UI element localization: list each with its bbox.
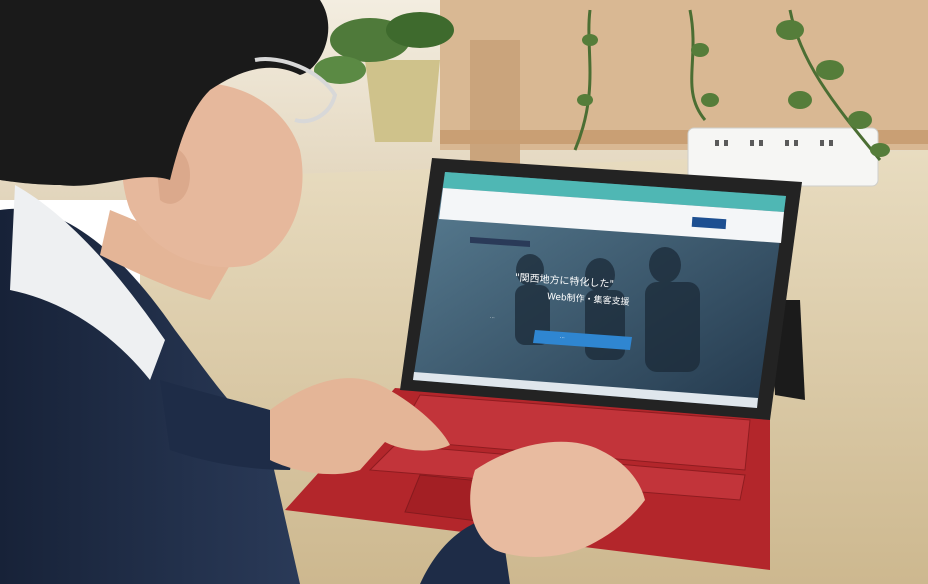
photo-scene: "関西地方に特化した" Web制作・集客支援 ... ... (0, 0, 928, 584)
scene-illustration (0, 0, 928, 584)
plant-pot (365, 60, 440, 142)
